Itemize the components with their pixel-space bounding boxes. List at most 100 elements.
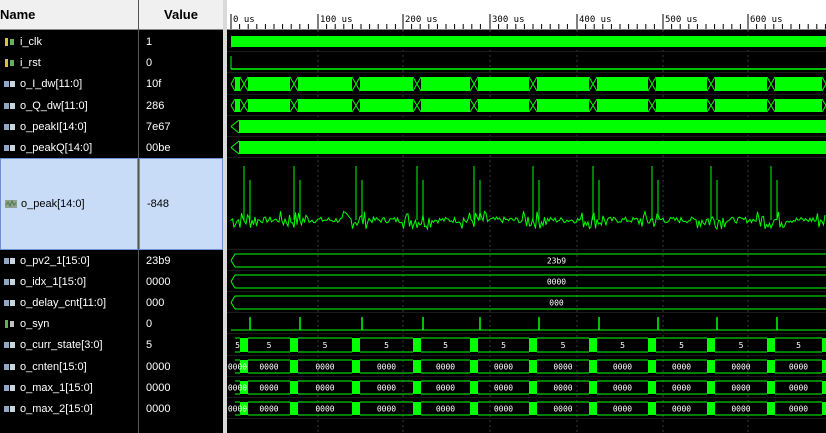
bus-output-icon <box>4 383 16 393</box>
signal-row-value[interactable]: 000 <box>139 292 223 313</box>
bus-value-label: 5 <box>561 341 566 350</box>
signal-row-name[interactable]: o_peak[14:0] <box>0 158 138 250</box>
value-column-header[interactable]: Value <box>139 0 223 30</box>
signal-value: 0000 <box>146 360 171 373</box>
signal-row-value[interactable]: 0000 <box>139 398 223 419</box>
timeline-tick-label: 400 us <box>579 15 612 25</box>
signal-row-name[interactable]: o_curr_state[3:0] <box>0 334 138 356</box>
bus-transition <box>473 76 479 92</box>
timeline-tick-label: 600 us <box>750 15 783 25</box>
signal-name-panel: Name i_clk i_rst o_I_dw[11:0] o_Q_dw[11:0]o… <box>0 0 139 433</box>
bus-transition-block <box>589 360 597 373</box>
signal-row-name[interactable]: o_peakI[14:0] <box>0 116 138 137</box>
bus-value-label: 0000 <box>259 405 278 414</box>
signal-row-name[interactable]: i_clk <box>0 31 138 52</box>
signal-row-value[interactable]: 286 <box>139 95 223 116</box>
signal-row-value[interactable]: 0 <box>139 313 223 334</box>
signal-value: 10f <box>146 78 162 90</box>
bus-start <box>230 119 240 134</box>
bus-transition <box>473 98 479 113</box>
signal-row-value[interactable]: 10f <box>139 73 223 95</box>
signal-row-name[interactable]: o_delay_cnt[11:0] <box>0 292 138 313</box>
bus-output-icon <box>4 404 16 414</box>
dense-bus-segment <box>656 99 707 112</box>
signal-name: o_peakI[14:0] <box>20 120 87 133</box>
bus-transition-block <box>352 338 360 352</box>
signal-row-value[interactable]: 5 <box>139 334 223 356</box>
bus-transition <box>355 98 361 113</box>
bus-transition <box>351 76 357 92</box>
signal-row-value[interactable]: 00be <box>139 137 223 158</box>
dense-bus-segment <box>421 99 470 112</box>
bus-transition-block <box>352 381 360 394</box>
bus-value-label: 0000 <box>672 384 691 393</box>
signal-value: 000 <box>146 296 165 309</box>
signal-row-value[interactable]: 0000 <box>139 356 223 377</box>
signal-row-name[interactable]: i_rst <box>0 52 138 73</box>
bus-transition-block <box>767 381 775 394</box>
bus-transition-block <box>589 402 597 415</box>
value-column-header-label: Value <box>164 7 198 22</box>
bus-value-label: 5 <box>443 341 448 350</box>
signal-row-value[interactable]: 23b9 <box>139 250 223 271</box>
bus-transition <box>592 76 598 92</box>
signal-name: o_I_dw[11:0] <box>20 78 83 90</box>
bus-transition <box>416 98 422 113</box>
bus-transition-block <box>648 402 656 415</box>
signal-row-name[interactable]: o_peakQ[14:0] <box>0 137 138 158</box>
bus-transition-block <box>470 381 478 394</box>
bus-transition <box>239 76 245 92</box>
signal-row-name[interactable]: o_I_dw[11:0] <box>0 73 138 95</box>
signal-row-name[interactable]: o_syn <box>0 313 138 334</box>
bus-transition-block <box>470 338 478 352</box>
signal-row-value[interactable]: -848 <box>139 158 223 250</box>
signal-row-name[interactable]: o_Q_dw[11:0] <box>0 95 138 116</box>
dense-bus-segment <box>537 77 589 91</box>
signal-row-name[interactable]: o_cnten[15:0] <box>0 356 138 377</box>
name-column-header[interactable]: Name <box>0 0 138 30</box>
dense-bus-segment <box>715 77 767 91</box>
signal-row-name[interactable]: o_max_1[15:0] <box>0 377 138 398</box>
bus-transition-block <box>589 338 597 352</box>
bus-transition <box>528 76 534 92</box>
timeline-tick-label: 0 us <box>233 15 255 25</box>
signal-row-value[interactable]: 1 <box>139 31 223 52</box>
analog-trace <box>230 209 826 231</box>
signal-row-name[interactable]: o_pv2_1[15:0] <box>0 250 138 271</box>
signal-row-value[interactable]: 0 <box>139 52 223 73</box>
bus-transition-block <box>648 381 656 394</box>
bit-output-icon <box>4 319 16 329</box>
waveform-panel[interactable]: 0 us 100 us 200 us 300 us 400 us 500 us 600 us… <box>227 0 826 433</box>
signal-value: 0000 <box>146 402 171 415</box>
signal-row-value[interactable]: 7e67 <box>139 116 223 137</box>
signal-value-panel: Value 1 0 10f 286 7e67 00be -848 23b9 0000 000 0 5 0… <box>139 0 224 433</box>
dense-bus-segment <box>360 77 413 91</box>
signal-name: o_max_2[15:0] <box>20 402 93 415</box>
bus-transition-block <box>352 360 360 373</box>
bus-value-label: 0000 <box>672 405 691 414</box>
bus-value-label: 0000 <box>731 363 750 372</box>
waveform-canvas[interactable]: 0 us 100 us 200 us 300 us 400 us 500 us 600 us… <box>227 0 826 433</box>
dense-bus-segment <box>248 99 290 112</box>
bus-transition-block <box>822 360 826 373</box>
bus-output-icon <box>4 101 16 111</box>
bus-value-label: 0000 <box>613 405 632 414</box>
bus-transition-block <box>529 381 537 394</box>
dense-bus-segment <box>235 77 240 91</box>
signal-name: o_syn <box>20 317 50 330</box>
signal-value: 0 <box>146 317 153 330</box>
bus-transition <box>412 76 418 92</box>
bus-value-label: 5 <box>267 341 272 350</box>
signal-row-value[interactable]: 0000 <box>139 377 223 398</box>
bus-transition <box>710 98 716 113</box>
bus-transition <box>651 98 657 113</box>
signal-row-name[interactable]: o_idx_1[15:0] <box>0 271 138 292</box>
signal-value: -848 <box>147 198 170 210</box>
signal-row-value[interactable]: 0000 <box>139 271 223 292</box>
signal-row-name[interactable]: o_max_2[15:0] <box>0 398 138 419</box>
bus-transition <box>289 98 295 113</box>
bus-transition-block <box>413 360 421 373</box>
bus-value-label: 5 <box>235 341 240 350</box>
dense-bus-segment <box>597 99 648 112</box>
bus-transition-block <box>290 360 298 373</box>
